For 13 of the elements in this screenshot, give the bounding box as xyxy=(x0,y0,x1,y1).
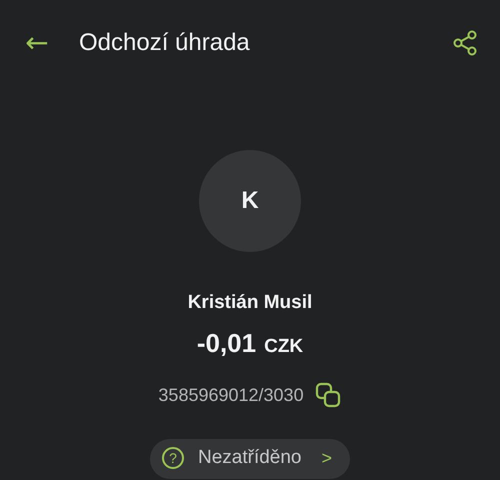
page-title: Odchozí úhrada xyxy=(79,29,251,57)
category-chip[interactable]: ? Nezatříděno > xyxy=(150,439,350,479)
avatar: K xyxy=(199,150,301,252)
share-icon[interactable] xyxy=(452,30,478,56)
currency-label: CZK xyxy=(264,336,304,358)
payee-name: Kristián Musil xyxy=(188,292,312,314)
copy-icon[interactable] xyxy=(314,381,342,409)
chevron-icon: > xyxy=(322,448,332,468)
back-button[interactable]: ← xyxy=(22,29,52,57)
category-label: Nezatříděno xyxy=(198,447,302,469)
question-icon: ? xyxy=(162,447,184,469)
amount-value: -0,01 xyxy=(196,328,256,359)
account-number: 3585969012/3030 xyxy=(158,384,304,406)
